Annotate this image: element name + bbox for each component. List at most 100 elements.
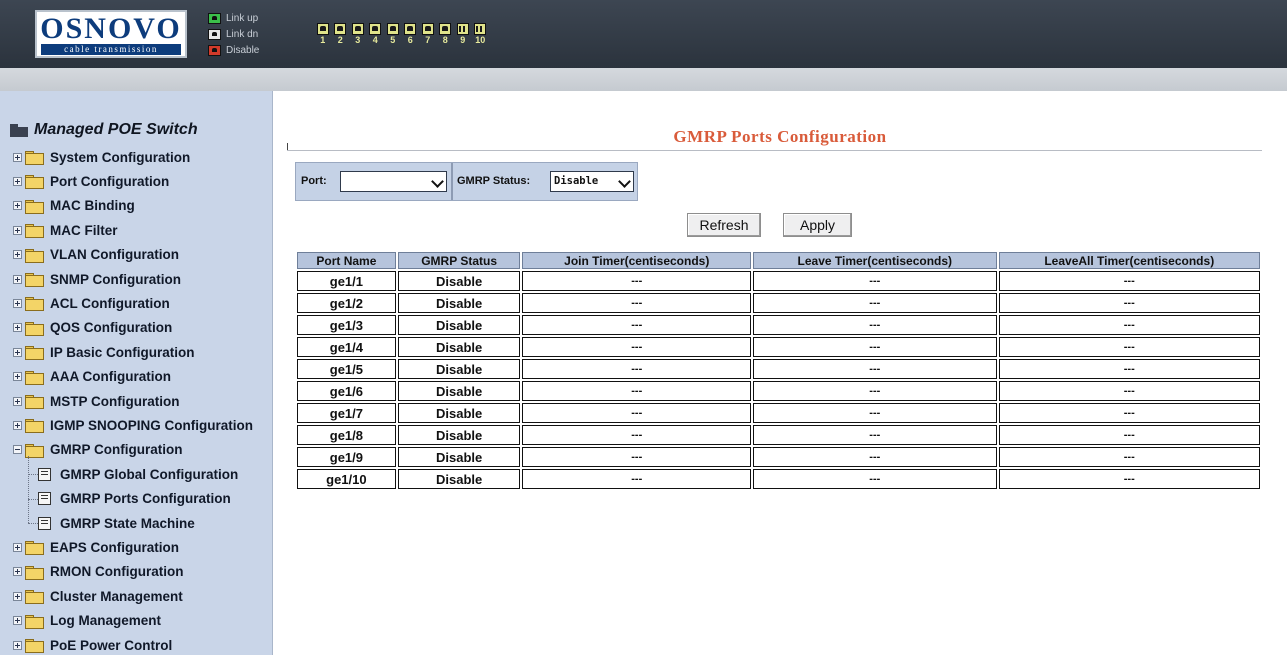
folder-icon <box>25 224 44 239</box>
sidebar-item-eaps-configuration[interactable]: EAPS Configuration <box>13 535 179 559</box>
sidebar-item-gmrp-global-configuration[interactable]: GMRP Global Configuration <box>38 462 238 486</box>
expand-icon[interactable] <box>13 567 22 577</box>
port-1[interactable]: 1 <box>316 23 330 46</box>
table-row[interactable]: ge1/10 Disable --- --- --- <box>297 469 1260 489</box>
expand-icon[interactable] <box>13 298 22 308</box>
title-divider <box>287 150 1262 151</box>
gmrp-status-select-value: Disable <box>554 175 599 187</box>
sfp-port-icon <box>474 23 487 35</box>
expand-icon[interactable] <box>13 347 22 357</box>
table-cell: --- <box>753 271 997 291</box>
table-row[interactable]: ge1/7 Disable --- --- --- <box>297 403 1260 423</box>
refresh-button[interactable]: Refresh <box>687 213 761 237</box>
sidebar-item-gmrp-ports-configuration[interactable]: GMRP Ports Configuration <box>38 487 231 511</box>
logo-subtitle: cable transmission <box>41 44 181 55</box>
sidebar-item-aaa-configuration[interactable]: AAA Configuration <box>13 365 171 389</box>
folder-icon <box>25 443 44 458</box>
sidebar-item-gmrp-configuration[interactable]: GMRP Configuration <box>13 438 183 462</box>
sidebar-item-mac-filter[interactable]: MAC Filter <box>13 218 118 242</box>
tree-root[interactable]: Managed POE Switch <box>10 121 198 139</box>
sidebar-item-label: AAA Configuration <box>50 369 171 385</box>
legend-item: Link dn <box>208 26 288 42</box>
port-6[interactable]: 6 <box>404 23 418 46</box>
table-cell: ge1/8 <box>297 425 396 445</box>
apply-button[interactable]: Apply <box>783 213 852 237</box>
sidebar-item-vlan-configuration[interactable]: VLAN Configuration <box>13 243 179 267</box>
navigation-sidebar: Managed POE Switch System Configuration P… <box>0 91 273 655</box>
sidebar-item-label: IP Basic Configuration <box>50 344 195 360</box>
expand-icon[interactable] <box>13 176 22 186</box>
expand-icon[interactable] <box>13 372 22 382</box>
port-8[interactable]: 8 <box>439 23 453 46</box>
sidebar-item-mac-binding[interactable]: MAC Binding <box>13 194 135 218</box>
sidebar-item-igmp-snooping-configuration[interactable]: IGMP SNOOPING Configuration <box>13 413 253 437</box>
port-3[interactable]: 3 <box>351 23 365 46</box>
table-row[interactable]: ge1/6 Disable --- --- --- <box>297 381 1260 401</box>
sidebar-item-label: QOS Configuration <box>50 320 173 336</box>
table-row[interactable]: ge1/3 Disable --- --- --- <box>297 315 1260 335</box>
table-row[interactable]: ge1/1 Disable --- --- --- <box>297 271 1260 291</box>
expand-icon[interactable] <box>13 542 22 552</box>
expand-icon[interactable] <box>13 225 22 235</box>
expand-icon[interactable] <box>13 323 22 333</box>
folder-icon <box>25 175 44 190</box>
table-cell: --- <box>998 271 1260 291</box>
port-number: 5 <box>390 35 396 45</box>
sidebar-item-qos-configuration[interactable]: QOS Configuration <box>13 316 172 340</box>
expand-icon[interactable] <box>13 420 22 430</box>
folder-icon <box>25 151 44 165</box>
sidebar-item-ip-basic-configuration[interactable]: IP Basic Configuration <box>13 340 195 364</box>
table-header-row: Port Name GMRP Status Join Timer(centiseco… <box>297 252 1260 269</box>
expand-icon[interactable] <box>13 201 22 211</box>
table-cell: --- <box>753 293 997 313</box>
expand-icon[interactable] <box>13 396 22 406</box>
table-row[interactable]: ge1/8 Disable --- --- --- <box>297 425 1260 445</box>
osnovo-logo: OSNOVO cable transmission <box>35 10 187 58</box>
table-row[interactable]: ge1/4 Disable --- --- --- <box>297 337 1260 357</box>
port-9[interactable]: 9 <box>456 23 470 46</box>
port-10[interactable]: 10 <box>474 23 488 46</box>
sidebar-item-label: SNMP Configuration <box>50 271 181 287</box>
table-cell: --- <box>753 469 997 489</box>
collapse-icon[interactable] <box>13 445 22 455</box>
sidebar-item-label: System Configuration <box>50 149 191 165</box>
expand-icon[interactable] <box>13 152 22 162</box>
table-cell: --- <box>998 337 1260 357</box>
sidebar-item-label: EAPS Configuration <box>50 539 179 555</box>
table-cell: --- <box>522 337 752 357</box>
port-2[interactable]: 2 <box>334 23 348 46</box>
tree-root-label: Managed POE Switch <box>34 121 198 138</box>
sidebar-item-system-configuration[interactable]: System Configuration <box>13 145 190 169</box>
table-body: ge1/1 Disable --- --- --- ge1/2 Disable --- --- -… <box>297 271 1260 489</box>
expand-icon[interactable] <box>13 640 22 650</box>
expand-icon[interactable] <box>13 591 22 601</box>
sidebar-item-rmon-configuration[interactable]: RMON Configuration <box>13 560 183 584</box>
sidebar-item-snmp-configuration[interactable]: SNMP Configuration <box>13 267 181 291</box>
sidebar-item-port-configuration[interactable]: Port Configuration <box>13 169 169 193</box>
folder-icon <box>25 248 44 263</box>
port-7[interactable]: 7 <box>421 23 435 46</box>
chevron-down-icon <box>620 176 630 186</box>
table-cell: --- <box>998 293 1260 313</box>
port-status-icon <box>208 28 221 40</box>
table-row[interactable]: ge1/9 Disable --- --- --- <box>297 447 1260 467</box>
expand-icon[interactable] <box>13 250 22 260</box>
port-5[interactable]: 5 <box>386 23 400 46</box>
folder-icon <box>25 199 44 214</box>
port-select[interactable] <box>340 171 447 192</box>
tree-connector <box>28 498 38 500</box>
sidebar-item-cluster-management[interactable]: Cluster Management <box>13 584 183 608</box>
expand-icon[interactable] <box>13 274 22 284</box>
gmrp-status-select[interactable]: Disable <box>550 171 634 192</box>
legend-item: Link up <box>208 10 288 26</box>
sidebar-item-gmrp-state-machine[interactable]: GMRP State Machine <box>38 511 195 535</box>
sidebar-item-acl-configuration[interactable]: ACL Configuration <box>13 291 170 315</box>
expand-icon[interactable] <box>13 616 22 626</box>
table-row[interactable]: ge1/2 Disable --- --- --- <box>297 293 1260 313</box>
port-4[interactable]: 4 <box>369 23 383 46</box>
sidebar-item-poe-power-control[interactable]: PoE Power Control <box>13 633 172 657</box>
sidebar-item-mstp-configuration[interactable]: MSTP Configuration <box>13 389 180 413</box>
table-row[interactable]: ge1/5 Disable --- --- --- <box>297 359 1260 379</box>
port-status-legend: Link up Link dn Disable <box>208 10 288 58</box>
sidebar-item-log-management[interactable]: Log Management <box>13 609 161 633</box>
